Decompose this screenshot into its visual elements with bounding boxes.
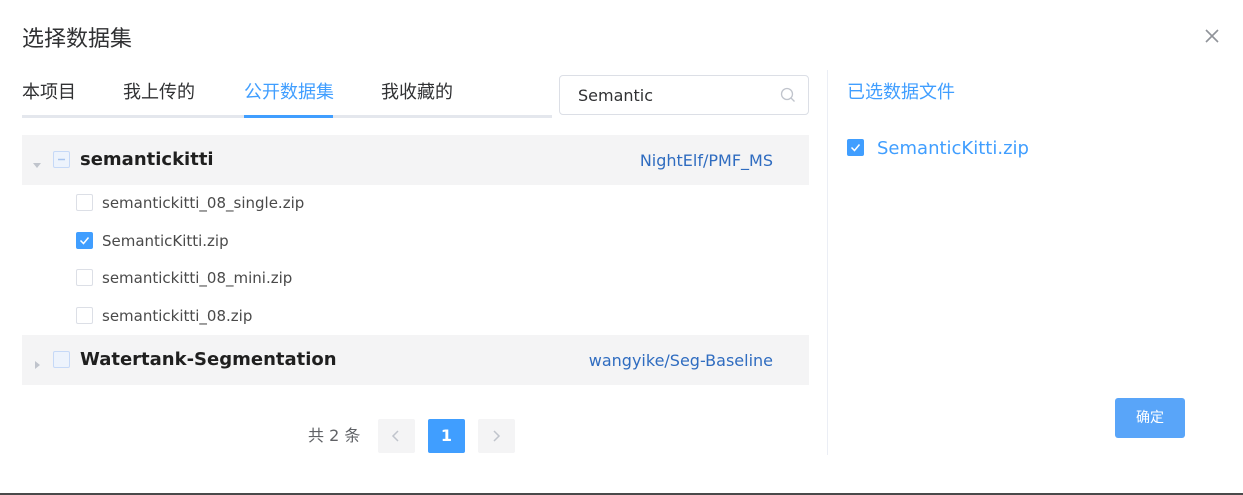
dataset-name: semantickitti	[80, 149, 214, 170]
dataset-owner-link[interactable]: wangyike/Seg-Baseline	[589, 350, 773, 372]
tab-my-favorites[interactable]: 我收藏的	[381, 80, 453, 106]
file-name: semantickitti_08_single.zip	[102, 194, 305, 212]
file-name: semantickitti_08.zip	[102, 307, 253, 325]
close-icon[interactable]	[1200, 24, 1224, 48]
caret-down-icon[interactable]	[32, 155, 42, 168]
search-input[interactable]	[560, 76, 770, 114]
file-row[interactable]: SemanticKitti.zip	[22, 223, 809, 259]
pagination-total: 共 2 条	[308, 426, 361, 445]
active-tab-indicator	[244, 115, 333, 118]
chevron-right-icon	[493, 430, 501, 442]
next-page-button[interactable]	[478, 419, 515, 453]
dataset-name: Watertank-Segmentation	[80, 349, 337, 370]
file-row[interactable]: semantickitti_08_single.zip	[22, 185, 809, 221]
selected-files-title: 已选数据文件	[847, 82, 955, 103]
caret-right-icon[interactable]	[32, 355, 42, 369]
selected-file-checkbox[interactable]	[847, 139, 864, 156]
file-row[interactable]: semantickitti_08.zip	[22, 298, 809, 334]
confirm-button[interactable]: 确定	[1115, 398, 1185, 438]
panel-divider	[827, 70, 828, 455]
dataset-owner-link[interactable]: NightElf/PMF_MS	[640, 150, 773, 172]
check-icon	[850, 144, 861, 152]
file-checkbox-checked[interactable]	[76, 232, 93, 249]
search-box	[559, 75, 809, 115]
file-name: semantickitti_08_mini.zip	[102, 269, 293, 287]
dataset-row-semantickitti[interactable]: semantickitti NightElf/PMF_MS	[22, 135, 809, 185]
file-checkbox[interactable]	[76, 307, 93, 324]
file-row[interactable]: semantickitti_08_mini.zip	[22, 260, 809, 296]
file-checkbox[interactable]	[76, 269, 93, 286]
dataset-row-watertank-segmentation[interactable]: Watertank-Segmentation wangyike/Seg-Base…	[22, 335, 809, 385]
dataset-source-tabs: 本项目 我上传的 公开数据集 我收藏的	[22, 74, 552, 118]
dialog-title: 选择数据集	[22, 27, 133, 52]
dataset-checkbox-indeterminate[interactable]	[53, 151, 70, 168]
chevron-left-icon	[391, 430, 399, 442]
selected-file-name: SemanticKitti.zip	[877, 138, 1029, 159]
prev-page-button[interactable]	[378, 419, 415, 453]
dataset-checkbox[interactable]	[53, 351, 70, 368]
search-icon[interactable]	[780, 87, 796, 103]
tab-public-datasets[interactable]: 公开数据集	[244, 80, 334, 106]
select-dataset-dialog: 选择数据集 本项目 我上传的 公开数据集 我收藏的 semantickitti …	[0, 0, 1243, 495]
check-icon	[79, 237, 90, 245]
file-name: SemanticKitti.zip	[102, 232, 229, 250]
tab-my-uploads[interactable]: 我上传的	[123, 80, 195, 106]
file-checkbox[interactable]	[76, 194, 93, 211]
page-number-current[interactable]: 1	[428, 419, 465, 453]
tab-this-project[interactable]: 本项目	[22, 80, 76, 106]
selected-file-item[interactable]: SemanticKitti.zip	[847, 136, 1207, 162]
